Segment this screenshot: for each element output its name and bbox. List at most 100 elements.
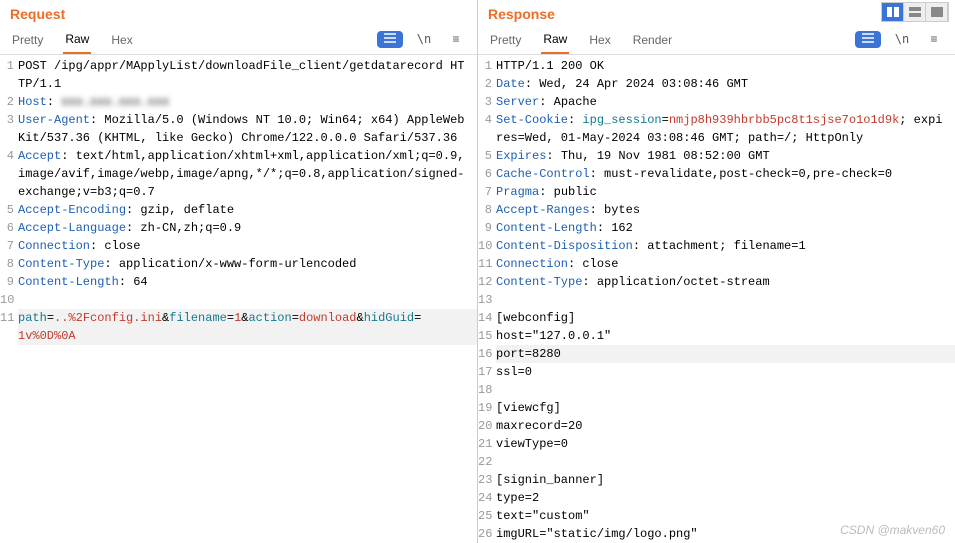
code-line[interactable]: 18 [478,381,955,399]
code-line[interactable]: 1HTTP/1.1 200 OK [478,57,955,75]
code-line[interactable]: 5Expires: Thu, 19 Nov 1981 08:52:00 GMT [478,147,955,165]
line-text: Accept: text/html,application/xhtml+xml,… [18,147,477,201]
actions-button[interactable] [855,31,881,48]
code-line[interactable]: 8Content-Type: application/x-www-form-ur… [0,255,477,273]
code-line[interactable]: 3Server: Apache [478,93,955,111]
line-number: 7 [478,183,496,201]
line-text: Content-Length: 162 [496,219,955,237]
line-text: POST /ipg/appr/MApplyList/downloadFile_c… [18,57,477,93]
code-line[interactable]: 2Host: xxx.xxx.xxx.xxx [0,93,477,111]
line-text: [webconfig] [496,309,955,327]
response-title: Response [488,6,555,22]
code-line[interactable]: 3User-Agent: Mozilla/5.0 (Windows NT 10.… [0,111,477,147]
menu-icon[interactable]: ≡ [923,30,945,48]
code-line[interactable]: 11Connection: close [478,255,955,273]
line-number: 18 [478,381,496,399]
code-line[interactable]: 12Content-Type: application/octet-stream [478,273,955,291]
line-number: 5 [0,201,18,219]
tab-raw[interactable]: Raw [541,28,569,54]
tab-render[interactable]: Render [631,29,674,53]
line-text: maxrecord=20 [496,417,955,435]
tab-pretty[interactable]: Pretty [10,29,45,53]
code-line[interactable]: 22 [478,453,955,471]
line-number: 8 [478,201,496,219]
line-text: Content-Type: application/x-www-form-url… [18,255,477,273]
code-line[interactable]: 17ssl=0 [478,363,955,381]
line-text: Content-Type: application/octet-stream [496,273,955,291]
code-line[interactable]: 4Set-Cookie: ipg_session=nmjp8h939hbrbb5… [478,111,955,147]
code-line[interactable]: 10 [0,291,477,309]
line-number: 1 [478,57,496,75]
line-number: 11 [478,255,496,273]
tab-hex[interactable]: Hex [109,29,134,53]
line-number: 17 [478,363,496,381]
line-text: Server: Apache [496,93,955,111]
code-line[interactable]: 23[signin_banner] [478,471,955,489]
actions-button[interactable] [377,31,403,48]
line-text: User-Agent: Mozilla/5.0 (Windows NT 10.0… [18,111,477,147]
code-line[interactable]: 9Content-Length: 162 [478,219,955,237]
tab-raw[interactable]: Raw [63,28,91,54]
code-line[interactable]: 8Accept-Ranges: bytes [478,201,955,219]
code-line[interactable]: 24type=2 [478,489,955,507]
line-number: 20 [478,417,496,435]
response-content[interactable]: 1HTTP/1.1 200 OK2Date: Wed, 24 Apr 2024 … [478,55,955,543]
code-line[interactable]: 21viewType=0 [478,435,955,453]
code-line[interactable]: 19[viewcfg] [478,399,955,417]
line-number: 19 [478,399,496,417]
line-text: Date: Wed, 24 Apr 2024 03:08:46 GMT [496,75,955,93]
line-number: 2 [0,93,18,111]
menu-icon[interactable]: ≡ [445,30,467,48]
code-line[interactable]: 7Connection: close [0,237,477,255]
code-line[interactable]: 11path=..%2Fconfig.ini&filename=1&action… [0,309,477,345]
code-line[interactable]: 2Date: Wed, 24 Apr 2024 03:08:46 GMT [478,75,955,93]
single-view-icon[interactable] [926,3,948,21]
line-number: 23 [478,471,496,489]
request-content[interactable]: 1POST /ipg/appr/MApplyList/downloadFile_… [0,55,477,543]
line-number: 8 [0,255,18,273]
line-text: HTTP/1.1 200 OK [496,57,955,75]
line-text: Expires: Thu, 19 Nov 1981 08:52:00 GMT [496,147,955,165]
line-number: 13 [478,291,496,309]
horizontal-view-icon[interactable] [904,3,926,21]
line-text: Content-Length: 64 [18,273,477,291]
code-line[interactable]: 13 [478,291,955,309]
view-toggle[interactable] [881,2,949,22]
line-number: 3 [0,111,18,147]
code-line[interactable]: 10Content-Disposition: attachment; filen… [478,237,955,255]
code-line[interactable]: 6Accept-Language: zh-CN,zh;q=0.9 [0,219,477,237]
line-number: 4 [478,111,496,147]
line-number: 12 [478,273,496,291]
code-line[interactable]: 1POST /ipg/appr/MApplyList/downloadFile_… [0,57,477,93]
line-number: 25 [478,507,496,525]
newline-icon[interactable]: \n [891,30,913,48]
line-number: 9 [0,273,18,291]
code-line[interactable]: 4Accept: text/html,application/xhtml+xml… [0,147,477,201]
code-line[interactable]: 20maxrecord=20 [478,417,955,435]
code-line[interactable]: 14[webconfig] [478,309,955,327]
code-line[interactable]: 7Pragma: public [478,183,955,201]
split-view-icon[interactable] [882,3,904,21]
code-line[interactable]: 6Cache-Control: must-revalidate,post-che… [478,165,955,183]
request-title: Request [10,6,65,22]
newline-icon[interactable]: \n [413,30,435,48]
line-number: 21 [478,435,496,453]
line-number: 10 [478,237,496,255]
line-number: 15 [478,327,496,345]
code-line[interactable]: 15host="127.0.0.1" [478,327,955,345]
line-number: 11 [0,309,18,345]
response-tabs: Pretty Raw Hex Render \n ≡ [478,22,955,55]
line-number: 10 [0,291,18,309]
tab-pretty[interactable]: Pretty [488,29,523,53]
tab-hex[interactable]: Hex [587,29,612,53]
line-text: [viewcfg] [496,399,955,417]
line-text: port=8280 [496,345,955,363]
line-text: Host: xxx.xxx.xxx.xxx [18,93,477,111]
code-line[interactable]: 5Accept-Encoding: gzip, deflate [0,201,477,219]
code-line[interactable]: 9Content-Length: 64 [0,273,477,291]
line-text: Accept-Encoding: gzip, deflate [18,201,477,219]
line-number: 26 [478,525,496,543]
line-number: 5 [478,147,496,165]
line-text: host="127.0.0.1" [496,327,955,345]
code-line[interactable]: 16port=8280 [478,345,955,363]
